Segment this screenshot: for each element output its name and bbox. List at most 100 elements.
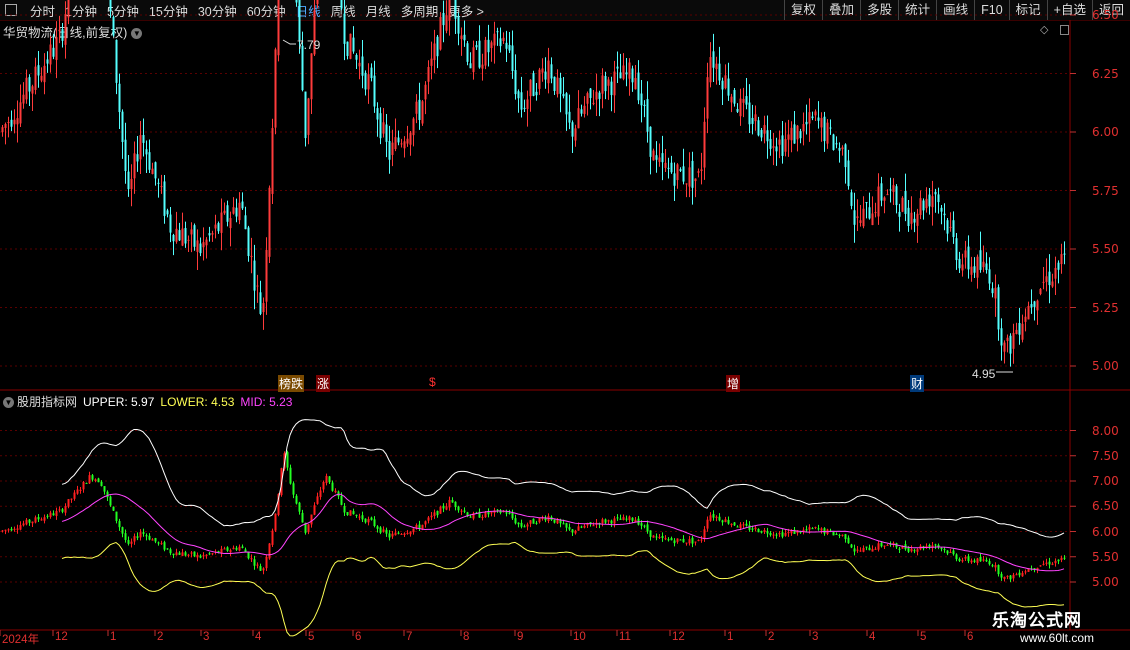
candle xyxy=(571,122,574,137)
candle xyxy=(622,65,625,79)
indicator-candle xyxy=(790,530,793,534)
indicator-candle xyxy=(349,510,352,516)
period-toolbar: 分时 1分钟 5分钟 15分钟 30分钟 60分钟 日线 周线 月线 多周期 更… xyxy=(0,0,1130,21)
indicator-candle xyxy=(1027,569,1030,572)
event-dollar[interactable]: $ xyxy=(428,375,437,389)
period-daily[interactable]: 日线 xyxy=(291,1,326,20)
indicator-candle xyxy=(889,543,892,545)
indicator-candle xyxy=(688,539,691,544)
candle xyxy=(193,225,196,247)
indicator-candle xyxy=(643,525,646,527)
candle xyxy=(154,162,157,179)
period-fenshi[interactable]: 分时 xyxy=(25,1,60,20)
mark-button[interactable]: 标记 xyxy=(1008,0,1047,20)
candle xyxy=(271,128,274,194)
indicator-candle xyxy=(835,533,838,535)
chevron-down-icon[interactable]: ▼ xyxy=(131,28,143,40)
indicator-candle xyxy=(91,475,94,480)
indicator-candle xyxy=(925,545,928,548)
indicator-candle xyxy=(382,529,385,532)
period-more[interactable]: 更多 > xyxy=(443,1,489,20)
indicator-candle xyxy=(1,530,4,532)
indicator-candle xyxy=(166,548,169,550)
indicator-candle xyxy=(25,519,28,525)
indicator-candle xyxy=(7,529,10,531)
period-30min[interactable]: 30分钟 xyxy=(193,1,242,20)
scrollbar-thumb[interactable] xyxy=(1060,25,1069,35)
event-zhang[interactable]: 涨 xyxy=(316,375,331,392)
candle xyxy=(889,189,892,191)
indicator-candle xyxy=(781,532,784,537)
candle xyxy=(1042,281,1045,283)
candle xyxy=(136,154,139,162)
candle xyxy=(130,178,133,190)
indicator-candle xyxy=(913,550,916,552)
indicator-candle xyxy=(670,538,673,541)
indicator-candle xyxy=(604,519,607,523)
indicator-candle xyxy=(997,565,1000,575)
indicator-candle xyxy=(652,535,655,538)
indicator-candle xyxy=(319,490,322,497)
indicator-candle xyxy=(838,534,841,536)
period-5min[interactable]: 5分钟 xyxy=(102,1,144,20)
event-cai[interactable]: 财 xyxy=(910,375,925,392)
candle xyxy=(157,182,160,184)
indicator-candle xyxy=(928,544,931,548)
indicator-candle xyxy=(214,551,217,553)
candle xyxy=(472,47,475,73)
indicator-candle xyxy=(484,511,487,518)
candle xyxy=(727,78,730,96)
candle xyxy=(358,62,361,67)
event-zeng[interactable]: 增 xyxy=(726,375,741,392)
period-60min[interactable]: 60分钟 xyxy=(242,1,291,20)
chevron-down-icon[interactable]: ▼ xyxy=(3,397,14,409)
indicator-candle xyxy=(556,519,559,524)
candle xyxy=(1033,301,1036,307)
candle xyxy=(166,210,169,215)
candle xyxy=(520,92,523,110)
indicator-candle xyxy=(433,512,436,516)
period-monthly[interactable]: 月线 xyxy=(361,1,396,20)
indicator-candle xyxy=(721,520,724,523)
candle xyxy=(919,198,922,215)
candle xyxy=(1054,267,1057,279)
indicator-candle xyxy=(1054,560,1057,564)
candle xyxy=(817,117,820,121)
period-1min[interactable]: 1分钟 xyxy=(60,1,102,20)
candle xyxy=(469,63,472,69)
candle xyxy=(724,75,727,89)
period-15min[interactable]: 15分钟 xyxy=(144,1,193,20)
candle xyxy=(415,101,418,114)
window-toggle-icon[interactable] xyxy=(5,4,17,16)
indicator-candle xyxy=(67,499,70,507)
candle xyxy=(868,207,871,219)
candle xyxy=(181,228,184,246)
stats-button[interactable]: 统计 xyxy=(898,0,936,20)
fuquan-button[interactable]: 复权 xyxy=(784,0,822,20)
indicator-candle xyxy=(769,532,772,536)
overlay-button[interactable]: 叠加 xyxy=(822,0,860,20)
candle xyxy=(955,238,958,261)
indicator-candle xyxy=(88,475,91,484)
draw-line-button[interactable]: 画线 xyxy=(936,0,974,20)
indicator-candle xyxy=(154,538,157,542)
candle xyxy=(235,207,238,217)
chart-canvas[interactable] xyxy=(0,0,1130,650)
indicator-candle xyxy=(112,506,115,511)
indicator-candle xyxy=(340,495,343,505)
candle xyxy=(205,239,208,246)
multi-stock-button[interactable]: 多股 xyxy=(860,0,898,20)
period-multi[interactable]: 多周期 xyxy=(396,1,444,20)
f10-button[interactable]: F10 xyxy=(974,0,1009,20)
event-bangdie[interactable]: 榜跌 xyxy=(278,375,305,392)
indicator-name[interactable]: 股朋指标网 xyxy=(17,395,77,409)
main-chart-title[interactable]: 华贸物流(日线,前复权) ▼ xyxy=(3,22,143,41)
indicator-candle xyxy=(706,519,709,529)
period-weekly[interactable]: 周线 xyxy=(326,1,361,20)
upper-value: UPPER: 5.97 xyxy=(83,395,155,409)
add-watchlist-button[interactable]: +自选 xyxy=(1046,0,1092,20)
candle xyxy=(160,186,163,188)
candle xyxy=(184,228,187,244)
candle xyxy=(253,260,256,291)
diamond-icon[interactable]: ◇ xyxy=(1040,23,1048,36)
